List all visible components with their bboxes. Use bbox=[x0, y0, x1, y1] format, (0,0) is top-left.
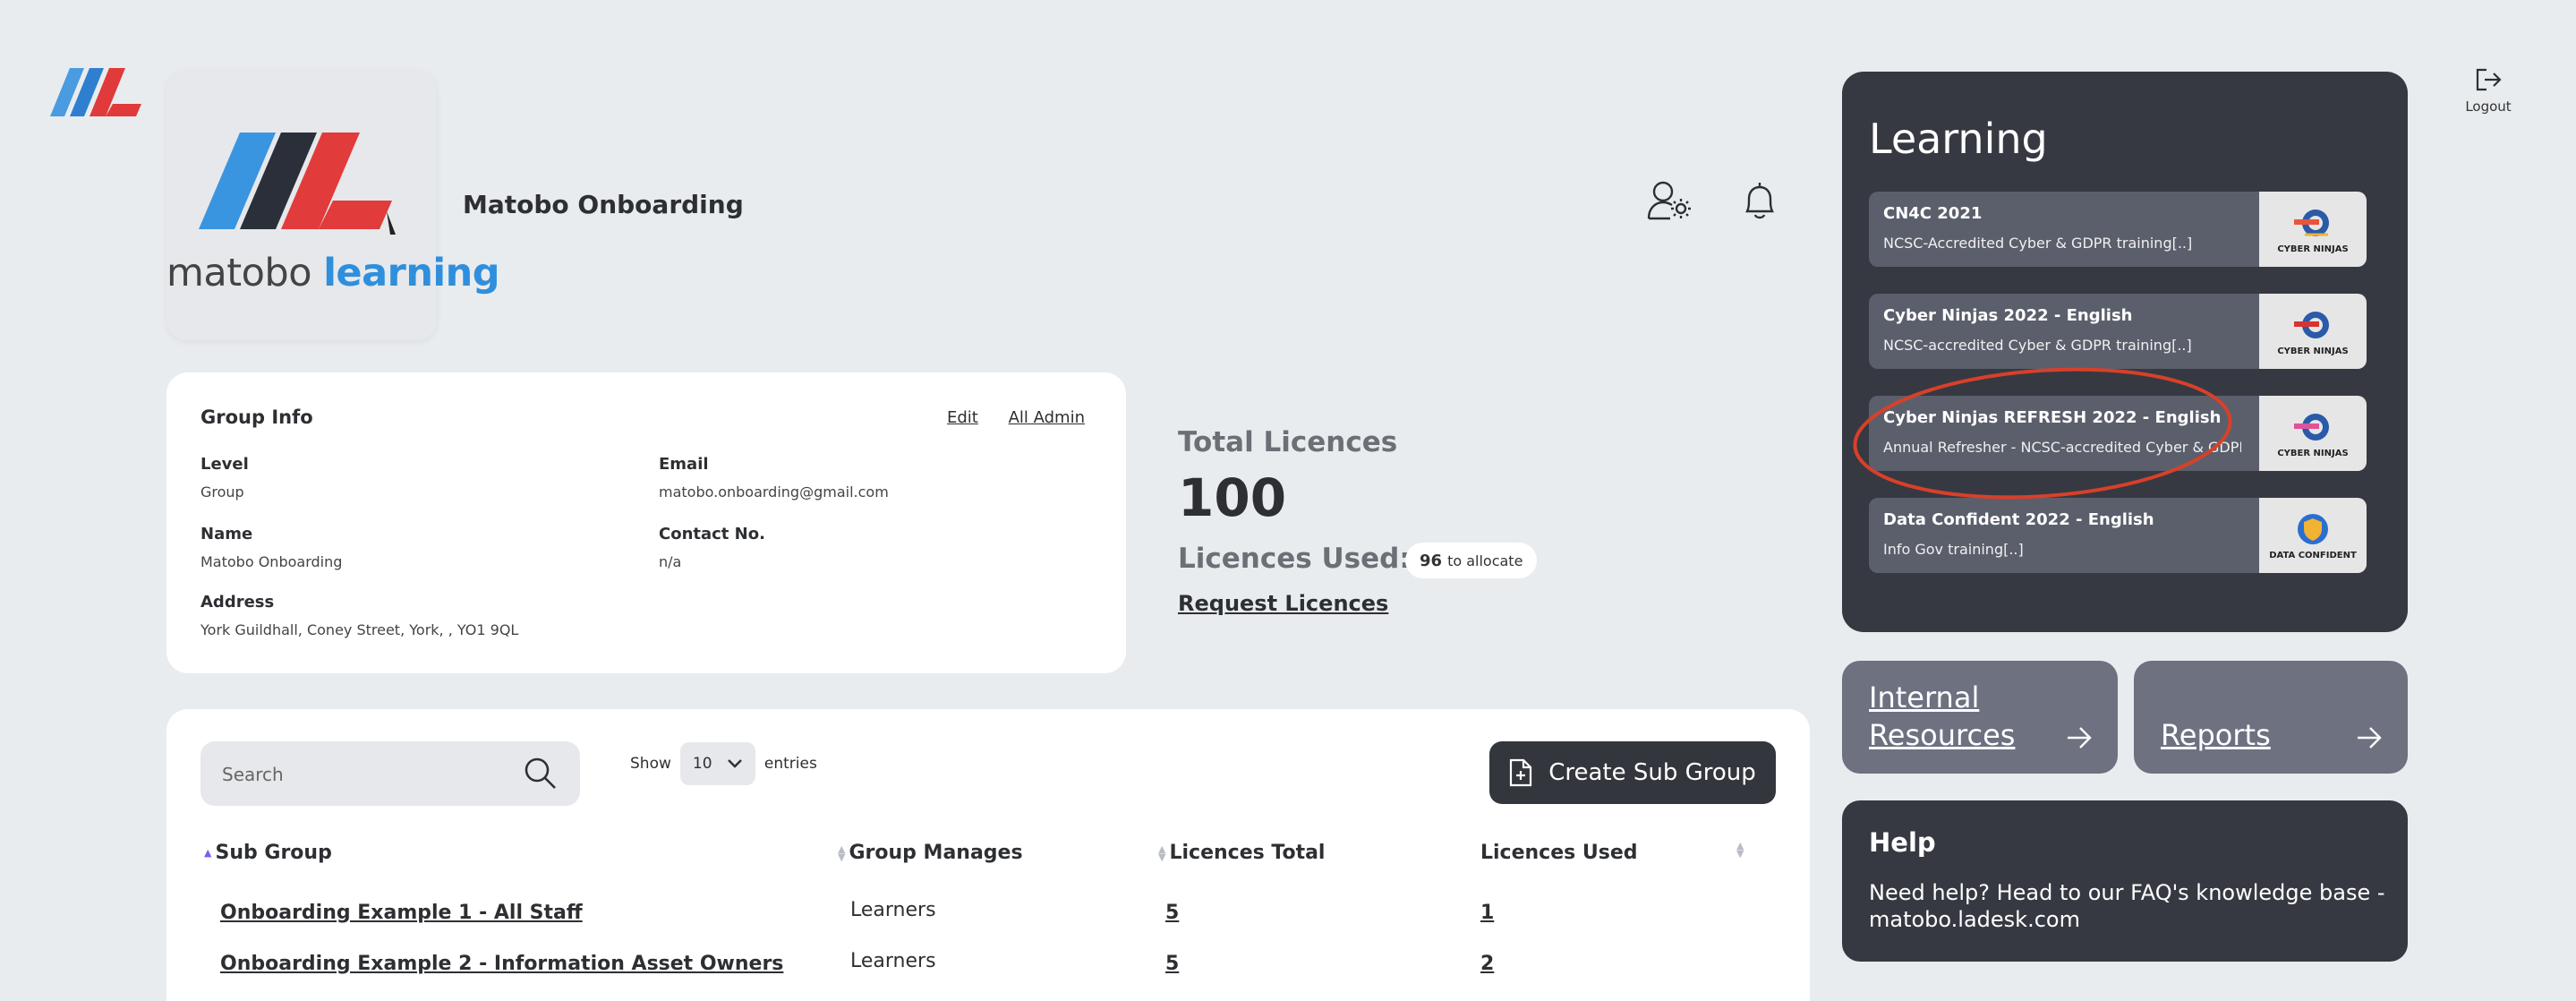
entries-control: Show 10 entries bbox=[630, 741, 817, 786]
course-thumbnail: DATA CONFIDENT bbox=[2259, 498, 2367, 573]
table-row-sub-group-link[interactable]: Onboarding Example 2 - Information Asset… bbox=[220, 953, 783, 975]
matobo-logo-icon bbox=[50, 68, 141, 116]
course-badge: DATA CONFIDENT bbox=[2269, 550, 2357, 560]
level-label: Level bbox=[200, 455, 249, 474]
course-badge: CYBER NINJAS bbox=[2277, 448, 2349, 458]
cyber-ninjas-logo-icon bbox=[2294, 209, 2329, 236]
matobo-learning-logo-icon bbox=[199, 133, 396, 235]
course-description: NCSC-accredited Cyber & GDPR training[..… bbox=[1883, 337, 2192, 354]
email-label: Email bbox=[659, 455, 709, 474]
course-card-data-confident-2022[interactable]: Data Confident 2022 - English Info Gov t… bbox=[1869, 498, 2367, 573]
highlight-ellipse bbox=[1853, 367, 2232, 500]
table-row-sub-group-link[interactable]: Onboarding Example 1 - All Staff bbox=[220, 902, 583, 924]
allocate-count: 96 bbox=[1420, 551, 1443, 570]
group-info-links: Edit All Admin bbox=[922, 408, 1085, 427]
learning-title: Learning bbox=[1869, 115, 2048, 163]
name-value: Matobo Onboarding bbox=[200, 553, 343, 570]
sort-icon: ▲ ▼ bbox=[838, 843, 846, 863]
level-value: Group bbox=[200, 483, 244, 500]
table-row-total-link[interactable]: 5 bbox=[1165, 902, 1179, 924]
allocate-badge: 96 to allocate bbox=[1405, 543, 1538, 578]
user-settings-icon[interactable] bbox=[1647, 179, 1695, 226]
course-card-cn4c-2021[interactable]: CN4C 2021 NCSC-Accredited Cyber & GDPR t… bbox=[1869, 192, 2367, 267]
sort-asc-icon: ▲ bbox=[204, 847, 212, 859]
org-name: Matobo Onboarding bbox=[463, 190, 744, 219]
address-label: Address bbox=[200, 593, 275, 612]
course-badge: CYBER NINJAS bbox=[2277, 346, 2349, 356]
reports-tile[interactable]: Reports bbox=[2134, 661, 2408, 774]
name-label: Name bbox=[200, 525, 253, 543]
course-thumbnail: CYBER NINJAS bbox=[2259, 192, 2367, 267]
table-row-manages: Learners bbox=[850, 899, 936, 921]
contact-value: n/a bbox=[659, 553, 682, 570]
total-licences-value: 100 bbox=[1178, 467, 1287, 528]
search-box bbox=[200, 741, 580, 806]
show-label: Show bbox=[630, 755, 671, 773]
help-panel: Help Need help? Head to our FAQ's knowle… bbox=[1842, 800, 2408, 962]
logout-label: Logout bbox=[2465, 98, 2512, 115]
table-row-manages: Learners bbox=[850, 950, 936, 972]
arrow-right-icon bbox=[2358, 727, 2382, 749]
course-badge: CYBER NINJAS bbox=[2277, 244, 2349, 254]
data-confident-shield-icon bbox=[2298, 513, 2328, 544]
app-logo[interactable] bbox=[43, 64, 145, 120]
course-card-cyber-ninjas-2022[interactable]: Cyber Ninjas 2022 - English NCSC-accredi… bbox=[1869, 294, 2367, 369]
column-header-group-manages[interactable]: ▲ ▼ Group Manages bbox=[838, 842, 1023, 864]
allocate-label: to allocate bbox=[1447, 552, 1523, 569]
help-text: Need help? Head to our FAQ's knowledge b… bbox=[1869, 880, 2385, 932]
org-logo-text: matobo learning bbox=[166, 251, 500, 295]
column-header-sub-group[interactable]: ▲ Sub Group bbox=[204, 842, 332, 864]
cyber-ninjas-logo-icon bbox=[2294, 311, 2329, 338]
sort-icon: ▲ ▼ bbox=[1736, 840, 1744, 860]
address-value: York Guildhall, Coney Street, York, , YO… bbox=[200, 621, 519, 638]
all-admin-link[interactable]: All Admin bbox=[1009, 408, 1085, 427]
table-row-used-link[interactable]: 1 bbox=[1480, 902, 1494, 924]
logout-button[interactable]: Logout bbox=[2454, 66, 2522, 115]
entries-value: 10 bbox=[692, 755, 712, 773]
course-description: Info Gov training[..] bbox=[1883, 541, 2024, 558]
help-title: Help bbox=[1869, 827, 1936, 858]
table-row-total-link[interactable]: 5 bbox=[1165, 953, 1179, 975]
course-title: Data Confident 2022 - English bbox=[1883, 510, 2154, 529]
course-description: NCSC-Accredited Cyber & GDPR training[..… bbox=[1883, 235, 2193, 252]
entries-select[interactable]: 10 bbox=[679, 742, 755, 785]
table-row-used-link[interactable]: 2 bbox=[1480, 953, 1494, 975]
request-licences-link[interactable]: Request Licences bbox=[1178, 591, 1388, 616]
course-thumbnail: CYBER NINJAS bbox=[2259, 294, 2367, 369]
entries-label: entries bbox=[763, 755, 817, 773]
edit-link[interactable]: Edit bbox=[947, 408, 978, 427]
column-header-licences-total[interactable]: ▲ ▼ Licences Total bbox=[1158, 842, 1325, 864]
org-logo-card: matobo learning bbox=[166, 70, 500, 340]
course-thumbnail: CYBER NINJAS bbox=[2259, 396, 2367, 471]
logout-icon bbox=[2476, 68, 2502, 91]
sort-icon: ▲ ▼ bbox=[1158, 843, 1166, 863]
column-header-licences-used[interactable]: Licences Used bbox=[1480, 842, 1638, 864]
group-info-card: Group Info Edit All Admin Level Group Em… bbox=[166, 372, 1126, 673]
column-sort-icon[interactable]: ▲ ▼ bbox=[1736, 840, 1744, 860]
email-value: matobo.onboarding@gmail.com bbox=[659, 483, 889, 500]
reports-label: Reports bbox=[2161, 718, 2271, 752]
search-input[interactable] bbox=[222, 761, 508, 788]
course-title: Cyber Ninjas 2022 - English bbox=[1883, 306, 2133, 325]
sub-groups-table-card: Show 10 entries Create Sub Group ▲ Sub G… bbox=[166, 709, 1810, 1001]
internal-resources-label: Internal Resources bbox=[1869, 680, 2016, 752]
cyber-ninjas-logo-icon bbox=[2294, 413, 2329, 441]
total-licences-title: Total Licences bbox=[1178, 426, 1398, 458]
arrow-right-icon bbox=[2068, 727, 2092, 749]
group-info-title: Group Info bbox=[200, 406, 313, 428]
licences-used: Licences Used: 4 bbox=[1178, 543, 1439, 575]
internal-resources-tile[interactable]: Internal Resources bbox=[1842, 661, 2118, 774]
learning-panel: Learning CN4C 2021 NCSC-Accredited Cyber… bbox=[1842, 72, 2408, 632]
add-file-icon bbox=[1510, 758, 1532, 787]
chevron-down-icon bbox=[728, 759, 742, 768]
create-sub-group-label: Create Sub Group bbox=[1548, 759, 1756, 786]
search-icon[interactable] bbox=[521, 754, 560, 793]
create-sub-group-button[interactable]: Create Sub Group bbox=[1489, 741, 1776, 804]
contact-label: Contact No. bbox=[659, 525, 765, 543]
notifications-bell-icon[interactable] bbox=[1742, 179, 1778, 226]
course-title: CN4C 2021 bbox=[1883, 204, 1983, 223]
